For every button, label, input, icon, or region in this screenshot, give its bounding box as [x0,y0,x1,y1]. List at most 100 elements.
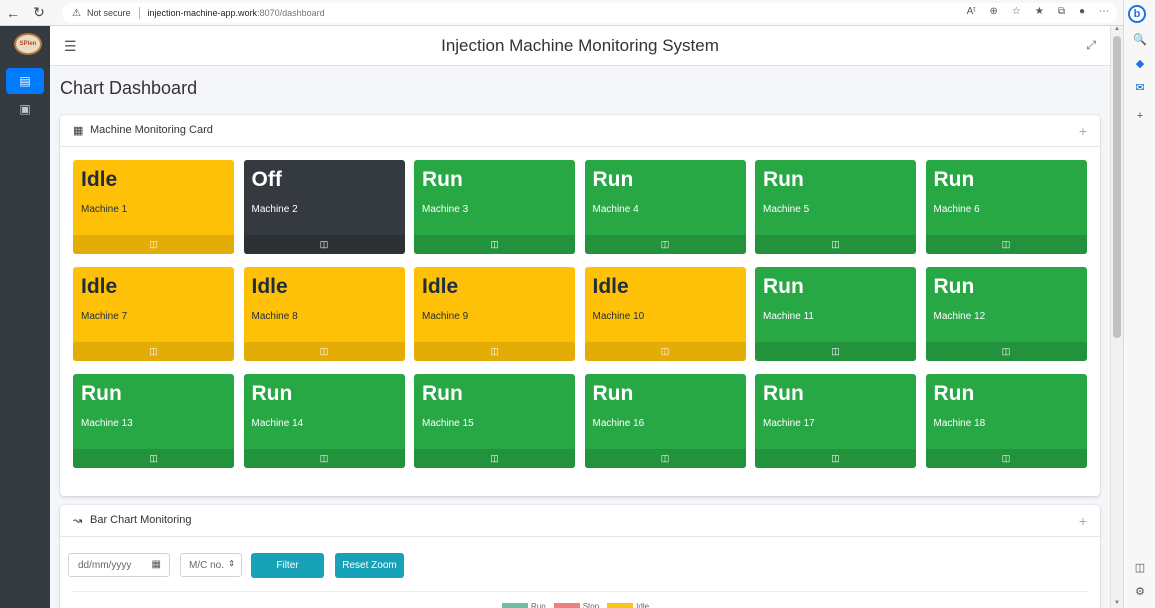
scroll-up-icon[interactable]: ▲ [1114,26,1120,32]
tile-footer[interactable]: ◫ [243,235,405,254]
tile-footer[interactable]: ◫ [243,342,405,361]
card-header: ▦ Machine Monitoring Card + [60,115,1100,147]
legend-item[interactable]: Run [502,602,546,608]
expand-card-plus-icon[interactable]: + [1079,513,1087,529]
outlook-icon[interactable]: ✉ [1132,80,1148,96]
machine-status: Run [933,275,975,298]
machine-tile[interactable]: Run Machine 16 ◫ [584,374,746,468]
reset-zoom-button[interactable]: Reset Zoom [335,553,404,578]
machine-tile[interactable]: Run Machine 18 ◫ [925,374,1087,468]
tile-footer[interactable]: ◫ [414,449,575,468]
injection-machine-icon: ◫ [1001,239,1011,249]
bar-chart-monitoring-card: ↝ Bar Chart Monitoring + dd/mm/yyyy ▦ M/… [60,505,1100,608]
address-icons: Aᵗ ⊕ ☆ ★ ⧉ ● ⋯ [967,6,1109,17]
add-icon[interactable]: + [1132,108,1148,124]
tile-footer[interactable]: ◫ [925,342,1087,361]
machine-tile[interactable]: Off Machine 2 ◫ [243,160,405,254]
machine-tile[interactable]: Idle Machine 8 ◫ [243,267,405,361]
machine-status: Run [763,382,804,405]
machine-tile[interactable]: Run Machine 11 ◫ [755,267,916,361]
back-arrow-icon[interactable]: ← [0,0,26,26]
injection-machine-icon: ◫ [490,453,499,463]
machine-tile[interactable]: Run Machine 13 ◫ [73,374,234,468]
machine-tile[interactable]: Run Machine 4 ◫ [584,160,746,254]
machine-tile[interactable]: Idle Machine 9 ◫ [414,267,575,361]
bing-copilot-icon[interactable]: b [1128,5,1146,23]
calendar-icon[interactable]: ▦ [152,559,161,570]
machine-status: Run [81,382,122,405]
injection-machine-icon: ◫ [149,346,158,356]
injection-machine-icon: ◫ [1001,453,1011,463]
page-scrollbar[interactable]: ▲ ▼ [1110,26,1123,608]
legend-swatch [502,602,528,608]
machine-name: Machine 4 [592,204,639,215]
zoom-icon[interactable]: ⊕ [989,6,997,17]
select-arrows-icon: ⇕ [228,559,235,568]
favorites-icon[interactable]: ★ [1035,6,1044,17]
expand-card-plus-icon[interactable]: + [1079,123,1087,139]
tile-footer[interactable]: ◫ [584,235,746,254]
tile-footer[interactable]: ◫ [584,342,746,361]
sidebar-item-dashboard[interactable]: ▤ [6,68,44,94]
tile-footer[interactable]: ◫ [925,235,1087,254]
split-screen-icon[interactable]: ◫ [1132,560,1148,576]
brand-logo[interactable]: SPlen [14,33,42,55]
tile-footer[interactable]: ◫ [584,449,746,468]
main-content: ☰ Injection Machine Monitoring System ⤢ … [50,26,1110,608]
reload-icon[interactable]: ↻ [26,0,52,26]
machine-tile[interactable]: Run Machine 17 ◫ [755,374,916,468]
filter-button[interactable]: Filter [251,553,324,578]
machine-tile[interactable]: Idle Machine 1 ◫ [73,160,234,254]
machine-tile[interactable]: Run Machine 6 ◫ [925,160,1087,254]
tile-footer[interactable]: ◫ [73,449,234,468]
machine-name: Machine 12 [933,311,986,322]
tile-footer[interactable]: ◫ [243,449,405,468]
read-aloud-icon[interactable]: Aᵗ [967,6,976,17]
machine-tile[interactable]: Run Machine 14 ◫ [243,374,405,468]
bar-chart-icon: ▤ [19,74,31,88]
machine-name: Machine 16 [592,418,645,429]
legend-item[interactable]: Stop [553,602,599,608]
scrollbar-thumb[interactable] [1113,36,1121,338]
tile-footer[interactable]: ◫ [73,235,234,254]
date-input[interactable]: dd/mm/yyyy ▦ [68,553,170,577]
tile-footer[interactable]: ◫ [73,342,234,361]
machine-tile[interactable]: Run Machine 12 ◫ [925,267,1087,361]
machine-name: Machine 15 [422,418,474,429]
machine-number-select[interactable]: M/C no. ⇕ [180,553,242,577]
date-placeholder: dd/mm/yyyy [78,560,132,571]
tile-footer[interactable]: ◫ [414,342,575,361]
machine-status: Run [933,168,975,191]
tile-footer[interactable]: ◫ [755,235,916,254]
machine-name: Machine 11 [763,311,814,322]
fullscreen-icon[interactable]: ⤢ [1086,38,1096,53]
tile-footer[interactable]: ◫ [925,449,1087,468]
machine-monitoring-card: ▦ Machine Monitoring Card + Idle Machine … [60,115,1100,496]
more-icon[interactable]: ⋯ [1099,6,1109,17]
machine-status: Idle [592,275,629,298]
profile-icon[interactable]: ● [1079,6,1085,17]
shopping-icon[interactable]: ◆ [1132,56,1148,72]
machine-tile[interactable]: Run Machine 5 ◫ [755,160,916,254]
machine-status: Run [763,168,804,191]
tile-footer[interactable]: ◫ [414,235,575,254]
machine-tile[interactable]: Idle Machine 10 ◫ [584,267,746,361]
tile-footer[interactable]: ◫ [755,342,916,361]
collections-icon[interactable]: ⧉ [1058,6,1065,17]
card-title: Bar Chart Monitoring [90,514,192,526]
bar-chart-area[interactable]: Run Stop Idle [72,591,1088,608]
address-bar[interactable]: ⚠ Not secure injection-machine-app.work:… [62,3,1117,23]
address-separator [138,7,140,19]
machine-tile[interactable]: Idle Machine 7 ◫ [73,267,234,361]
legend-item[interactable]: Idle [607,602,649,608]
scroll-down-icon[interactable]: ▼ [1114,600,1120,606]
sidebar-item-book[interactable]: ▣ [6,96,44,122]
injection-machine-icon: ◫ [831,346,840,356]
search-icon[interactable]: 🔍 [1132,32,1148,48]
machine-name: Machine 14 [251,418,304,429]
machine-tile[interactable]: Run Machine 15 ◫ [414,374,575,468]
settings-gear-icon[interactable]: ⚙ [1132,584,1148,600]
favorite-add-icon[interactable]: ☆ [1012,6,1021,17]
tile-footer[interactable]: ◫ [755,449,916,468]
machine-tile[interactable]: Run Machine 3 ◫ [414,160,575,254]
